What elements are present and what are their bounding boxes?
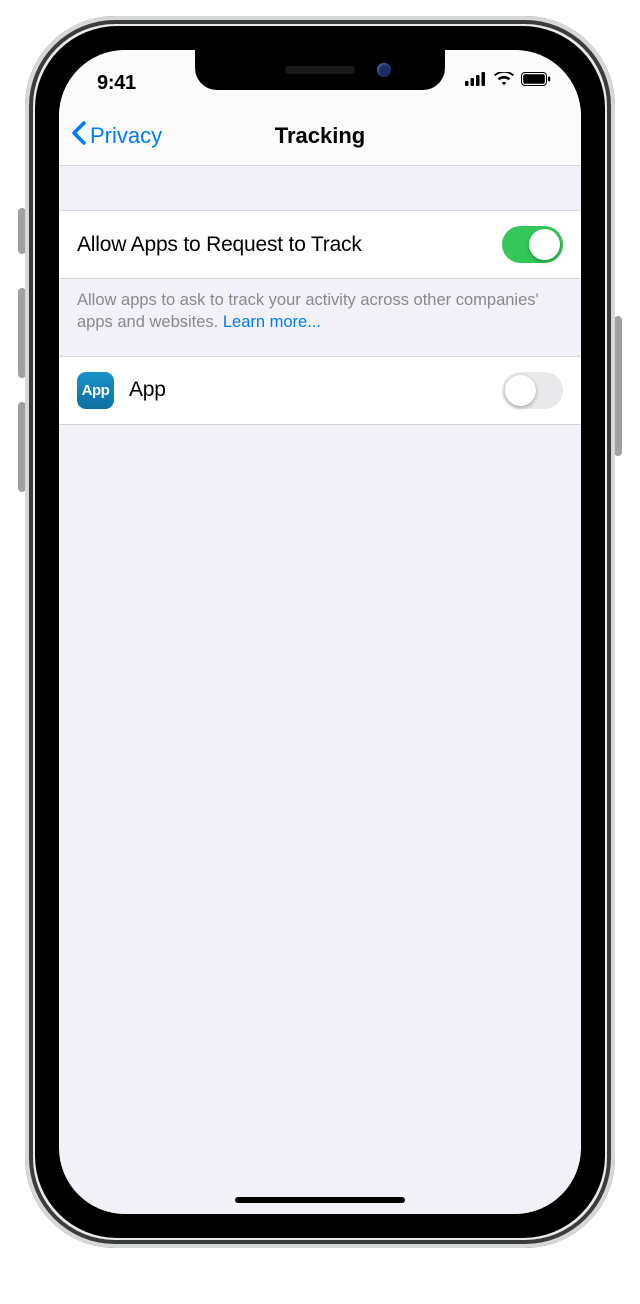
- power-button: [614, 316, 622, 456]
- status-time: 9:41: [97, 72, 136, 95]
- screen: 9:41: [59, 50, 581, 1214]
- app-name: App: [129, 378, 502, 402]
- front-camera: [377, 63, 391, 77]
- app-icon: App: [77, 372, 114, 409]
- back-label: Privacy: [90, 123, 162, 149]
- app-row: App App: [59, 356, 581, 425]
- home-indicator[interactable]: [235, 1197, 405, 1203]
- cellular-icon: [465, 72, 487, 91]
- allow-tracking-toggle[interactable]: [502, 226, 563, 263]
- allow-tracking-label: Allow Apps to Request to Track: [77, 233, 502, 257]
- speaker-grille: [285, 66, 355, 74]
- chevron-left-icon: [71, 121, 86, 151]
- status-indicators: [465, 72, 551, 91]
- back-button[interactable]: Privacy: [71, 121, 162, 151]
- explainer-text: Allow apps to ask to track your activity…: [59, 279, 581, 356]
- notch: [195, 50, 445, 90]
- allow-tracking-cell: Allow Apps to Request to Track: [59, 210, 581, 279]
- app-tracking-toggle[interactable]: [502, 372, 563, 409]
- nav-bar: Privacy Tracking: [59, 106, 581, 166]
- learn-more-link[interactable]: Learn more...: [223, 313, 321, 331]
- page-title: Tracking: [275, 123, 365, 149]
- phone-device-frame: 9:41: [25, 16, 615, 1248]
- wifi-icon: [494, 72, 514, 91]
- battery-icon: [521, 72, 551, 91]
